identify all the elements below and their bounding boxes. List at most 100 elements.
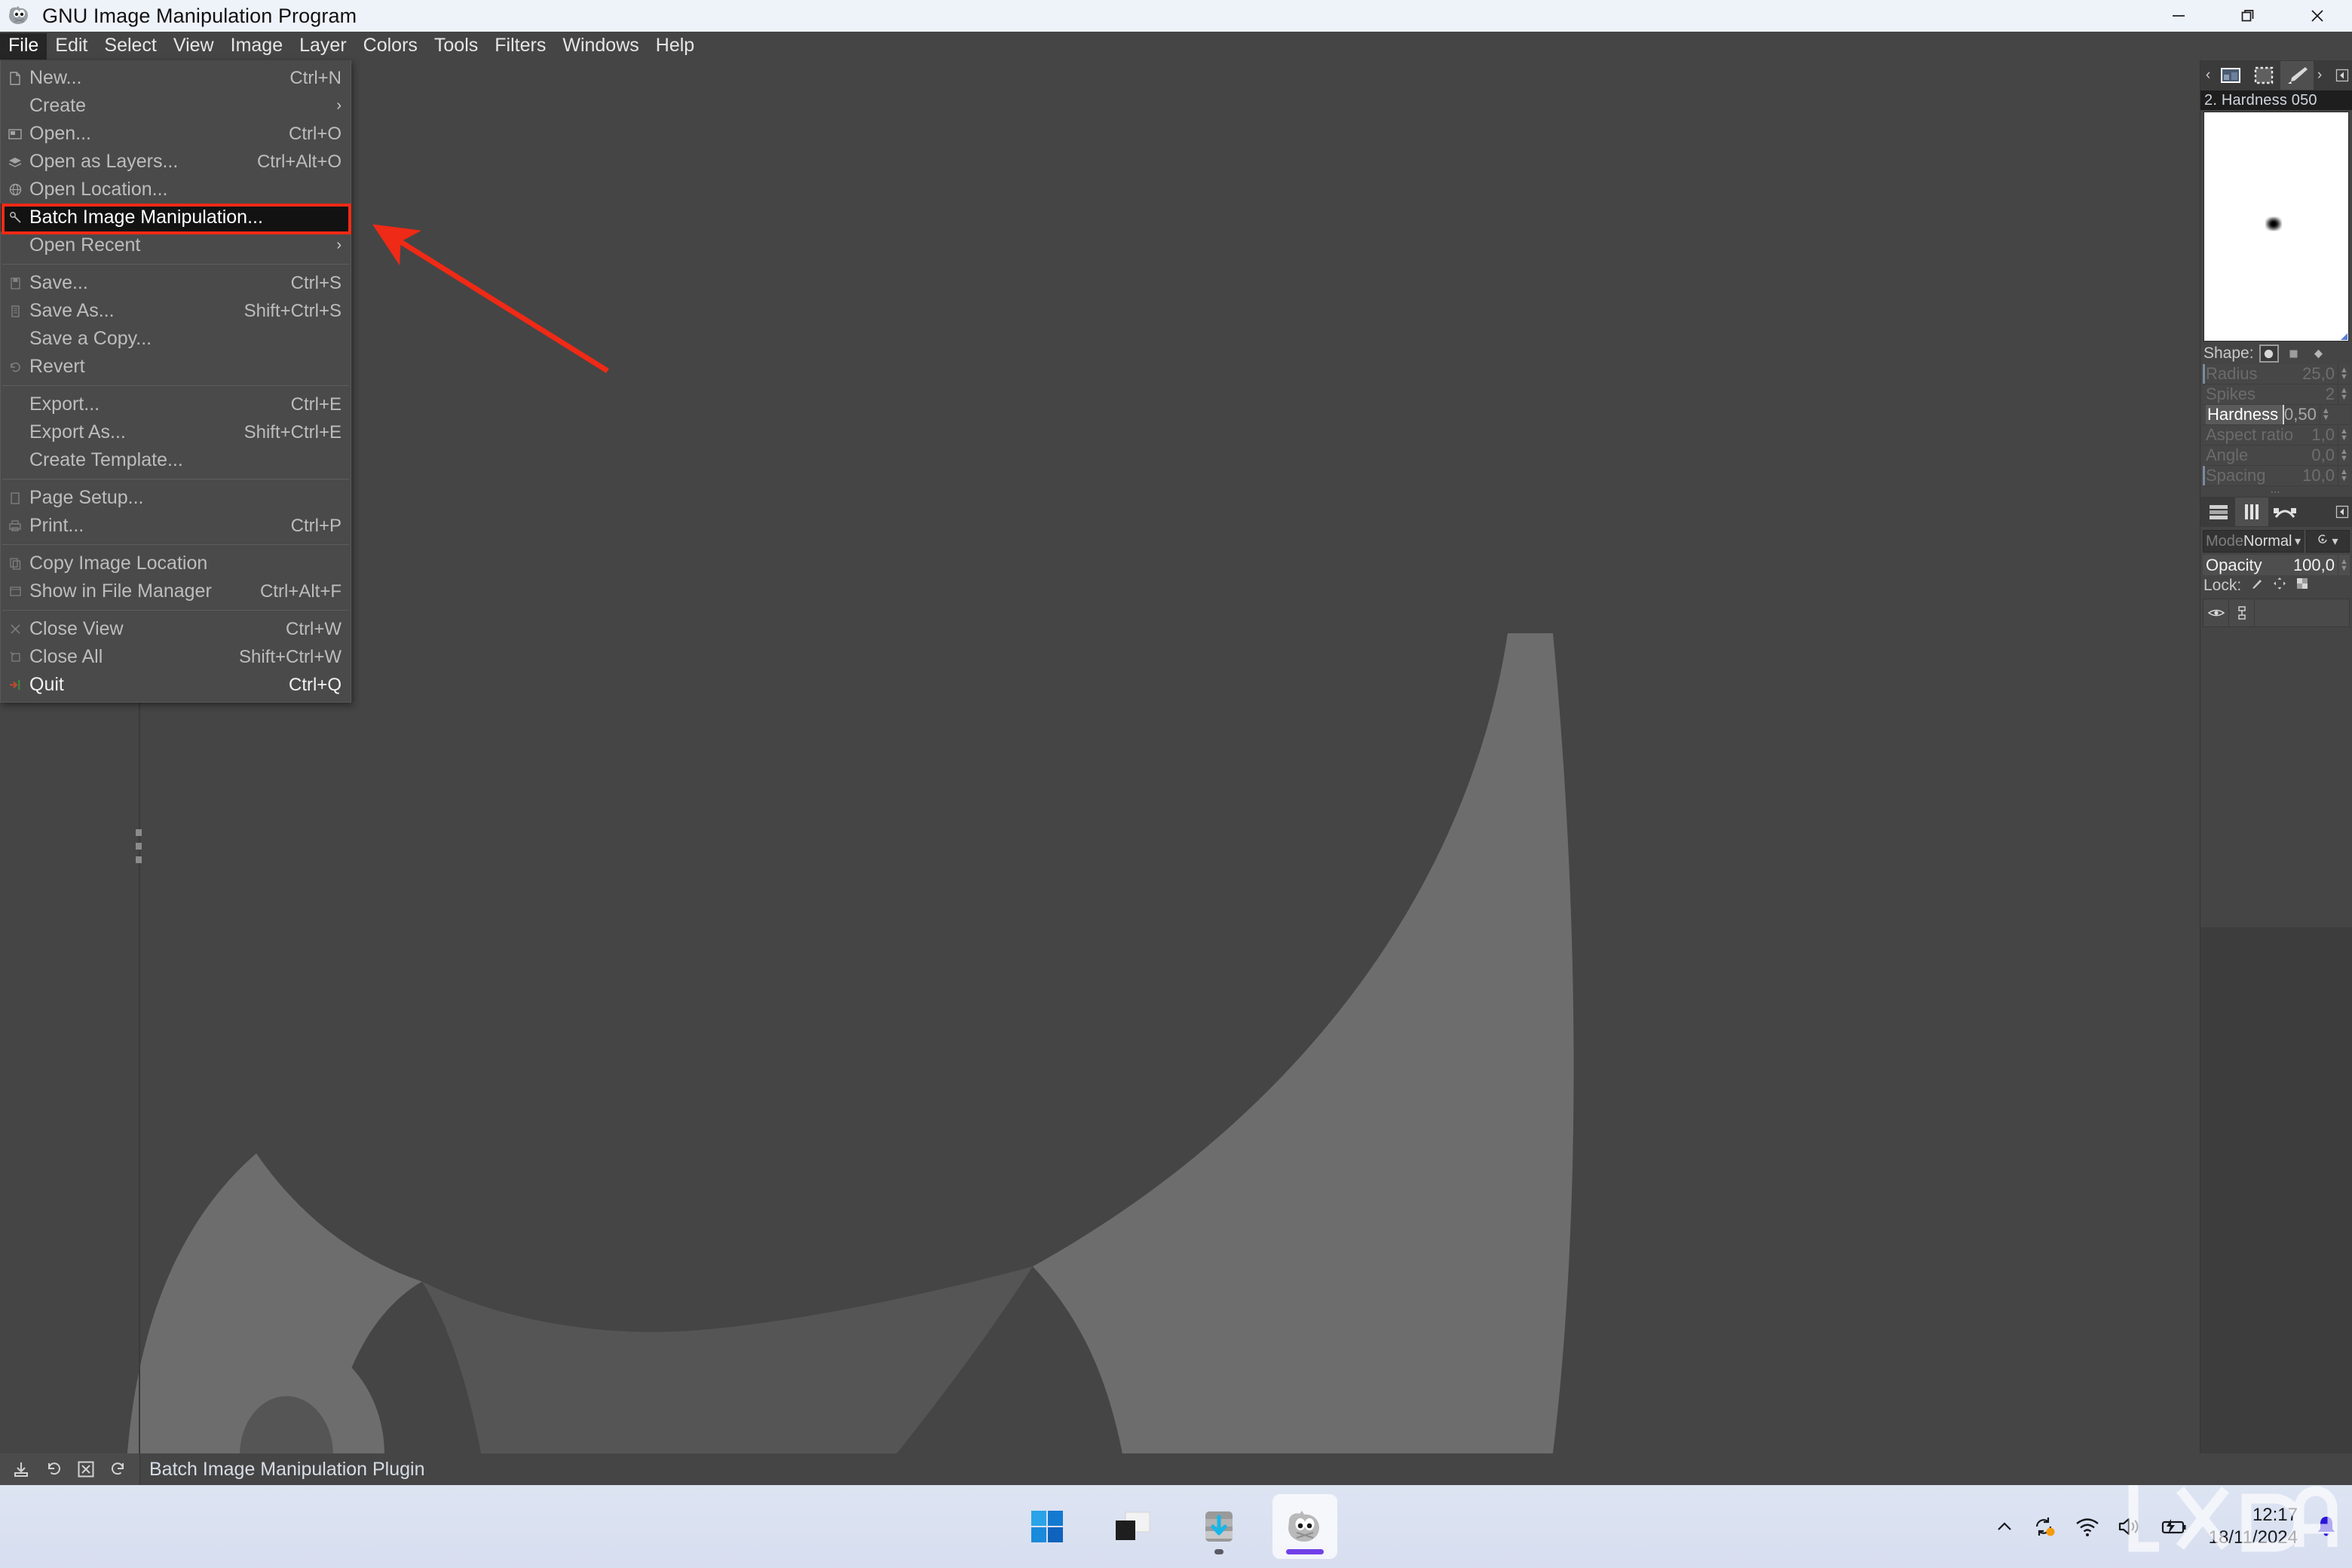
- gimp-app-button[interactable]: [1272, 1494, 1337, 1559]
- dock-tab-paths[interactable]: [2268, 498, 2301, 526]
- slider-value: 2: [2325, 384, 2335, 403]
- dock-tab-prev-button[interactable]: ‹: [2202, 67, 2214, 84]
- menu-item-quit[interactable]: Quit Ctrl+Q: [1, 671, 351, 699]
- menu-item-create[interactable]: Create ›: [1, 92, 351, 120]
- dock-tab-next-button[interactable]: ›: [2314, 67, 2326, 84]
- dock-tab-channels[interactable]: [2235, 498, 2268, 526]
- dock-tab-images[interactable]: [2214, 61, 2247, 90]
- spinner-angle[interactable]: ▲ ▼: [2338, 446, 2350, 465]
- menu-item-accel: Ctrl+N: [289, 67, 341, 88]
- chain-icon[interactable]: [2229, 599, 2255, 626]
- pane-drag-handle[interactable]: [136, 829, 143, 864]
- spinner-aspect-ratio[interactable]: ▲ ▼: [2338, 425, 2350, 445]
- blank-icon: [4, 396, 26, 414]
- blend-space-select[interactable]: ▾: [2306, 530, 2350, 553]
- close-view-icon: [4, 620, 26, 639]
- brush-slider-radius[interactable]: Radius 25,0 ▲ ▼: [2203, 364, 2350, 384]
- menu-layer[interactable]: Layer: [291, 33, 355, 60]
- plugin-icon: [4, 209, 26, 227]
- sync-icon[interactable]: [2032, 1515, 2058, 1538]
- task-view-button[interactable]: [1101, 1494, 1165, 1559]
- battery-charging-icon[interactable]: [2159, 1516, 2189, 1537]
- brush-preview[interactable]: [2203, 112, 2349, 341]
- menu-filters[interactable]: Filters: [486, 33, 554, 60]
- menu-edit[interactable]: Edit: [47, 33, 96, 60]
- right-dock-panel[interactable]: ‹ › 2. Hardness 050 Shape: Radius 25,0 ▲…: [2200, 60, 2352, 1485]
- submenu-chevron-icon: ›: [336, 97, 341, 114]
- chevron-up-icon[interactable]: [1993, 1515, 2016, 1538]
- menu-image[interactable]: Image: [222, 33, 291, 60]
- spinner-opacity[interactable]: ▲ ▼: [2338, 555, 2350, 575]
- menu-item-page-setup: Page Setup...: [1, 484, 351, 512]
- diamond-shape-icon[interactable]: [2309, 345, 2329, 363]
- layer-opacity-slider[interactable]: Opacity 100,0 ▲ ▼: [2203, 555, 2350, 575]
- menu-item-new[interactable]: New... Ctrl+N: [1, 64, 351, 92]
- submenu-chevron-icon: ›: [336, 237, 341, 253]
- resize-corner-icon[interactable]: [2341, 333, 2347, 340]
- taskbar-clock[interactable]: 12:17 18/11/2024: [2209, 1504, 2298, 1549]
- save-as-icon: [4, 302, 26, 320]
- dock-menu-icon[interactable]: [2334, 69, 2350, 82]
- brush-slider-spikes[interactable]: Spikes 2 ▲ ▼: [2203, 384, 2350, 405]
- dock-tab-selection[interactable]: [2247, 61, 2280, 90]
- lock-pixels-icon[interactable]: [2250, 577, 2264, 595]
- brush-slider-aspect-ratio[interactable]: Aspect ratio 1,0 ▲ ▼: [2203, 425, 2350, 446]
- close-button[interactable]: [2283, 0, 2352, 32]
- menu-item-label: Save As...: [29, 300, 115, 321]
- lock-alpha-icon[interactable]: [2295, 577, 2309, 595]
- menu-item-save-as: Save As... Shift+Ctrl+S: [1, 297, 351, 325]
- minimize-button[interactable]: [2144, 0, 2213, 32]
- layer-mode-select[interactable]: Mode Normal ▾: [2203, 530, 2304, 553]
- lock-position-icon[interactable]: [2273, 577, 2286, 595]
- restore-button[interactable]: [2213, 0, 2283, 32]
- circle-shape-icon[interactable]: [2259, 345, 2279, 363]
- menu-item-batch-image-manipulation[interactable]: Batch Image Manipulation...: [1, 204, 351, 231]
- redo-icon[interactable]: [109, 1460, 127, 1478]
- square-shape-icon[interactable]: [2284, 345, 2304, 363]
- statusbar-toolbox: [0, 1453, 140, 1485]
- brush-slider-hardness[interactable]: Hardness 0,50 ▲ ▼: [2203, 405, 2350, 425]
- start-button[interactable]: [1015, 1494, 1080, 1559]
- menu-tools[interactable]: Tools: [426, 33, 486, 60]
- layers-dock-tabbar[interactable]: [2200, 497, 2352, 527]
- menu-help[interactable]: Help: [648, 33, 703, 60]
- menu-item-open-location[interactable]: Open Location...: [1, 176, 351, 204]
- cancel-icon[interactable]: [77, 1460, 95, 1478]
- brush-dock-tabbar[interactable]: ‹ ›: [2200, 60, 2352, 90]
- layer-list-row[interactable]: [2203, 599, 2350, 627]
- brush-slider-angle[interactable]: Angle 0,0 ▲ ▼: [2203, 446, 2350, 466]
- menu-item-open-as-layers[interactable]: Open as Layers... Ctrl+Alt+O: [1, 148, 351, 176]
- menu-item-accel: Shift+Ctrl+W: [238, 646, 341, 667]
- file-menu-dropdown[interactable]: New... Ctrl+N Create › Open... Ctrl+O Op…: [0, 60, 351, 703]
- wifi-icon[interactable]: [2075, 1516, 2100, 1537]
- speaker-icon[interactable]: [2117, 1516, 2142, 1537]
- dock-tab-layers[interactable]: [2202, 498, 2235, 526]
- menu-item-export-as: Export As... Shift+Ctrl+E: [1, 418, 351, 446]
- menu-file[interactable]: File: [0, 32, 47, 60]
- menu-item-revert: Revert: [1, 353, 351, 381]
- menu-view[interactable]: View: [165, 33, 222, 60]
- eye-icon[interactable]: [2203, 599, 2229, 626]
- menu-item-open[interactable]: Open... Ctrl+O: [1, 120, 351, 148]
- slider-value: 1,0: [2311, 425, 2335, 444]
- menu-select[interactable]: Select: [96, 33, 164, 60]
- spinner-spikes[interactable]: ▲ ▼: [2338, 384, 2350, 404]
- undo-icon[interactable]: [44, 1460, 63, 1478]
- layers-dock-menu-icon[interactable]: [2334, 505, 2350, 519]
- spinner-spacing[interactable]: ▲ ▼: [2338, 466, 2350, 485]
- downloads-app-button[interactable]: [1187, 1494, 1251, 1559]
- dock-splitter-handle[interactable]: ⋯: [2200, 486, 2352, 498]
- brush-dot-preview: [2265, 216, 2282, 231]
- chevron-down-icon: ▾: [2332, 535, 2338, 548]
- layer-list-empty-area[interactable]: [2200, 927, 2352, 1485]
- menu-item-open-recent[interactable]: Open Recent ›: [1, 231, 351, 259]
- brush-slider-spacing[interactable]: Spacing 10,0 ▲ ▼: [2203, 466, 2350, 486]
- spinner-radius[interactable]: ▲ ▼: [2338, 364, 2350, 384]
- menu-windows[interactable]: Windows: [554, 33, 647, 60]
- print-icon: [4, 517, 26, 535]
- spinner-hardness[interactable]: ▲ ▼: [2319, 405, 2332, 424]
- notification-bell-icon[interactable]: [2314, 1514, 2338, 1539]
- save-to-disk-icon[interactable]: [12, 1460, 30, 1478]
- dock-tab-brushes[interactable]: [2280, 61, 2314, 90]
- menu-colors[interactable]: Colors: [355, 33, 426, 60]
